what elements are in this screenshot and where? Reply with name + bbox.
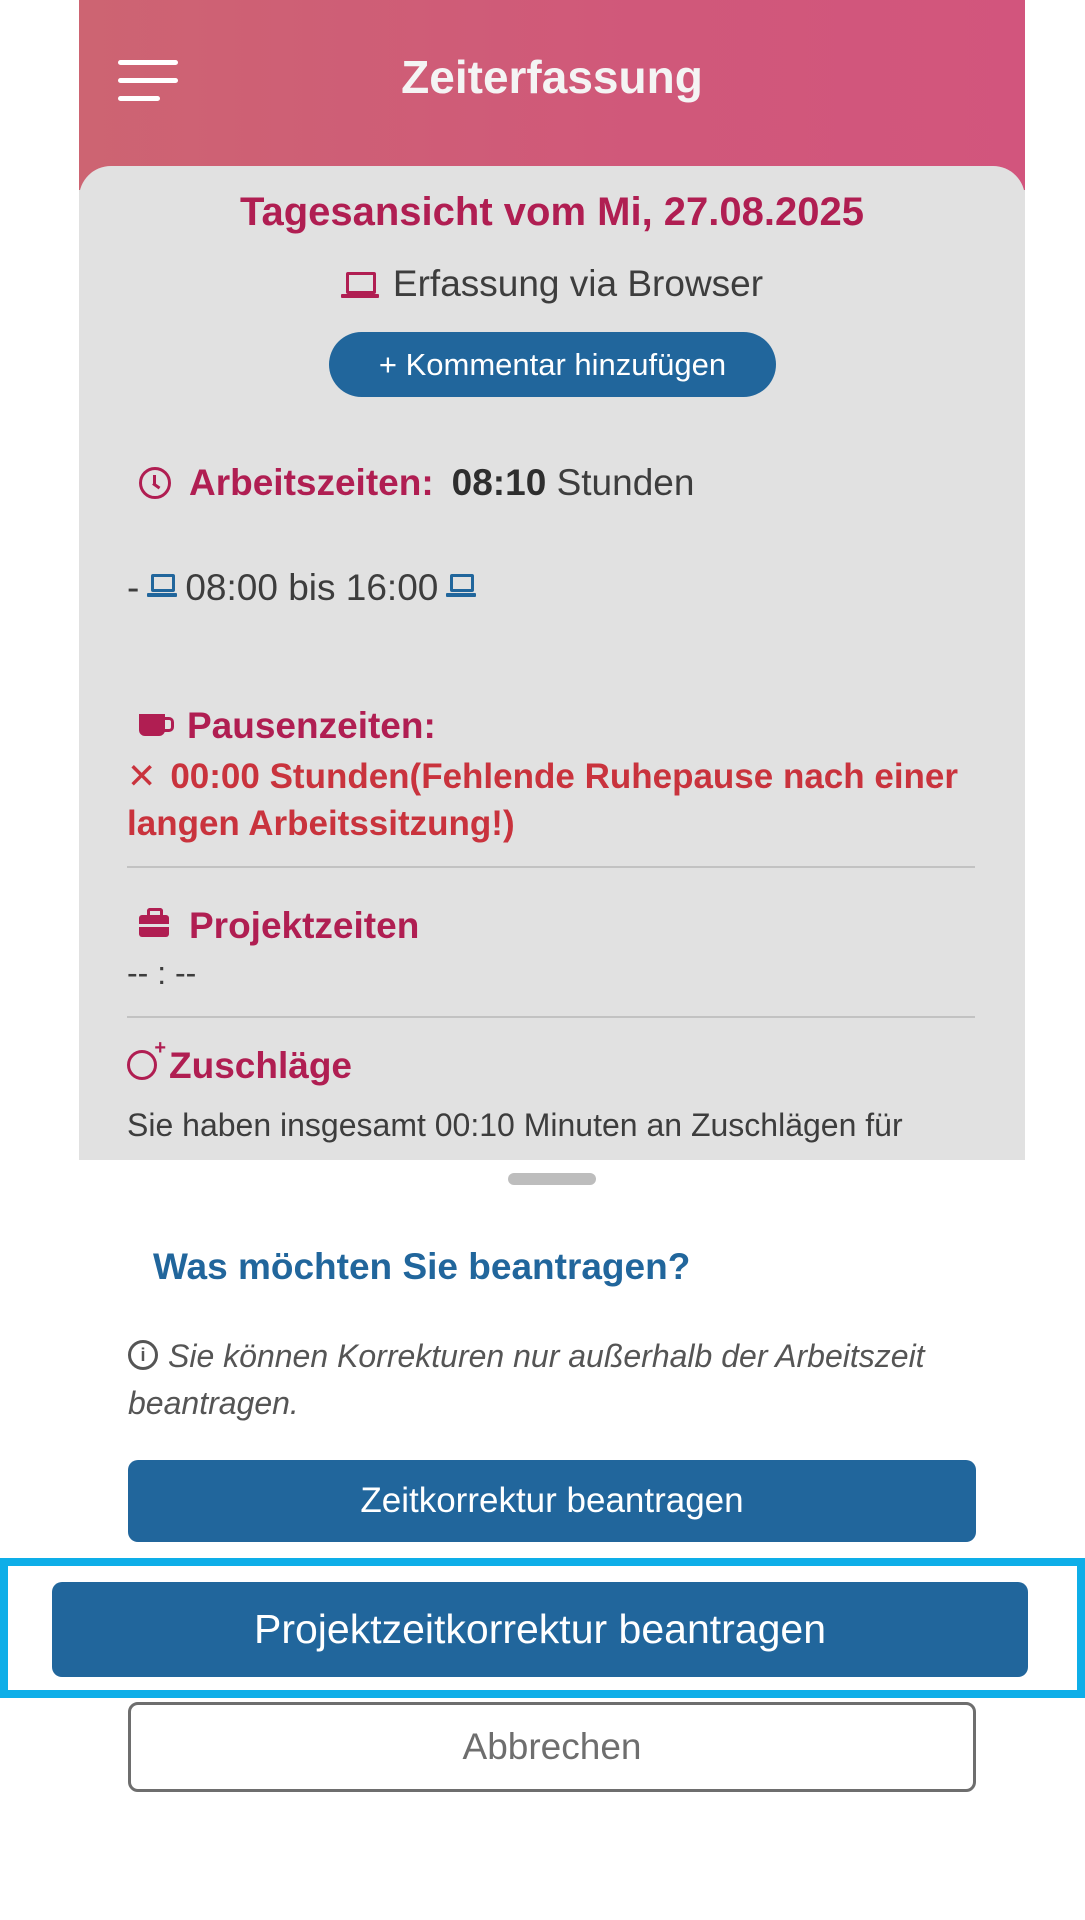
close-x-icon: ✕ <box>127 757 157 796</box>
surcharges-heading: Zuschläge <box>127 1037 352 1087</box>
info-message: i Sie können Korrekturen nur außerhalb de… <box>128 1333 988 1427</box>
divider <box>127 866 975 868</box>
bottom-sheet-drag-handle[interactable] <box>508 1173 596 1185</box>
work-times-label: Arbeitszeiten: <box>189 462 434 503</box>
app-background: Zeiterfassung Tagesansicht vom Mi, 27.08… <box>79 0 1025 1160</box>
pause-warning-text: 00:00 Stunden(Fehlende Ruhepause nach ei… <box>127 757 959 843</box>
work-times-row: Arbeitszeiten: 08:10 Stunden <box>139 462 694 504</box>
laptop-icon <box>446 574 477 598</box>
surcharges-text: Sie haben insgesamt 00:10 Minuten an Zus… <box>127 1107 903 1143</box>
cancel-button[interactable]: Abbrechen <box>128 1702 976 1792</box>
clock-icon <box>139 467 171 500</box>
info-message-text: Sie können Korrekturen nur außerhalb der… <box>128 1338 925 1421</box>
briefcase-icon <box>139 908 169 938</box>
info-icon: i <box>128 1339 158 1370</box>
sheet-title: Was möchten Sie beantragen? <box>153 1246 691 1287</box>
entry-prefix: - <box>127 567 140 608</box>
pause-times-label: Pausenzeiten: <box>187 705 436 746</box>
project-time-correction-button[interactable]: Projektzeitkorrektur beantragen <box>52 1582 1028 1677</box>
day-view-title: Tagesansicht vom Mi, 27.08.2025 <box>239 190 864 234</box>
laptop-icon <box>147 574 178 598</box>
capture-method-row: Erfassung via Browser <box>79 263 1025 305</box>
day-view-card <box>79 166 1025 1160</box>
work-hours-unit: Stunden <box>556 462 695 503</box>
coffee-cup-icon <box>139 714 174 737</box>
time-correction-button[interactable]: Zeitkorrektur beantragen <box>128 1460 976 1542</box>
page-title: Zeiterfassung <box>401 51 703 103</box>
project-times-label: Projektzeiten <box>189 905 420 946</box>
time-entry-row[interactable]: - 08:00 bis 16:00 <box>127 567 484 609</box>
capture-method-label: Erfassung via Browser <box>392 263 764 304</box>
pause-warning: ✕ 00:00 Stunden(Fehlende Ruhepause nach e… <box>127 753 987 847</box>
add-comment-button[interactable]: + Kommentar hinzufügen <box>329 332 776 397</box>
project-times-value: -- : -- <box>127 955 197 991</box>
top-app-bar: Zeiterfassung <box>79 0 1025 190</box>
entry-time: 08:00 bis 16:00 <box>185 567 439 608</box>
divider <box>127 1016 975 1018</box>
project-times-heading: Projektzeiten <box>139 905 419 947</box>
laptop-icon <box>340 272 379 300</box>
pause-times-heading: Pausenzeiten: <box>139 705 436 747</box>
alarm-add-icon <box>127 1037 166 1081</box>
surcharges-label: Zuschläge <box>169 1045 352 1086</box>
work-hours-value: 08:10 <box>451 462 547 503</box>
